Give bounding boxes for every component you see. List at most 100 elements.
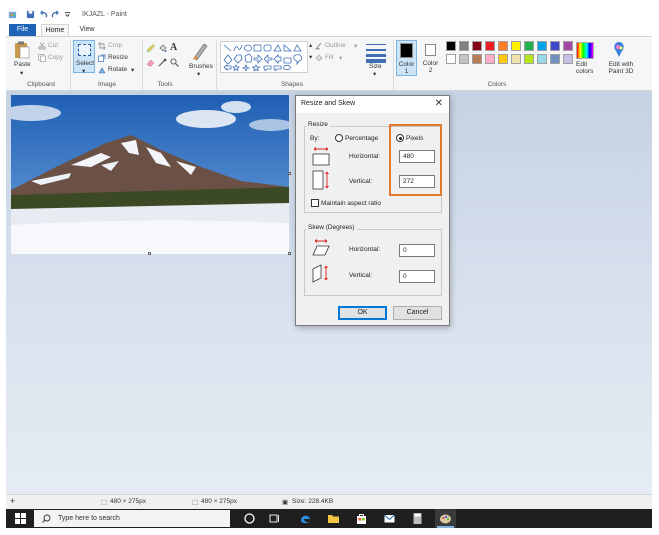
text-tool-icon[interactable]: A — [170, 42, 177, 53]
window-title: IKJAZL - Paint — [82, 11, 127, 18]
color-swatch[interactable] — [524, 54, 534, 64]
brushes-dropdown-icon[interactable]: ▾ — [197, 70, 200, 78]
mail-icon[interactable] — [383, 512, 396, 525]
magnifier-icon[interactable] — [170, 58, 179, 67]
save-icon[interactable] — [26, 10, 35, 19]
tab-file[interactable]: File — [9, 24, 36, 36]
fill-button[interactable]: Fill — [325, 54, 333, 61]
color-swatch[interactable] — [498, 41, 508, 51]
outline-dropdown-icon[interactable]: ▾ — [354, 42, 357, 50]
tab-home[interactable]: Home — [41, 24, 69, 36]
calculator-icon[interactable] — [411, 512, 424, 525]
shapes-scroll-down[interactable]: ▾ — [309, 53, 312, 61]
color-swatch[interactable] — [498, 54, 508, 64]
customize-toolbar-icon[interactable] — [63, 10, 72, 19]
color-swatch[interactable] — [563, 54, 573, 64]
crop-icon — [98, 42, 106, 50]
edge-icon[interactable] — [299, 512, 312, 525]
ok-button[interactable]: OK — [338, 306, 387, 320]
shapes-gallery[interactable] — [220, 41, 308, 73]
size-button[interactable]: Size — [369, 63, 382, 70]
maintain-aspect-checkbox[interactable] — [311, 199, 319, 207]
fill-bucket-icon[interactable] — [158, 44, 167, 53]
color-swatch[interactable] — [485, 54, 495, 64]
redo-icon[interactable] — [51, 10, 60, 19]
cancel-button[interactable]: Cancel — [393, 306, 442, 320]
rotate-dropdown-icon[interactable]: ▾ — [131, 66, 134, 74]
paste-dropdown-icon[interactable]: ▾ — [20, 69, 23, 77]
color1-button[interactable]: Color 1 — [396, 40, 417, 76]
color-swatch[interactable] — [537, 54, 547, 64]
resize-handle-right[interactable] — [288, 172, 291, 175]
task-view-icon[interactable] — [268, 512, 281, 525]
pixels-radio[interactable] — [396, 134, 404, 142]
cut-button[interactable]: Cut — [48, 42, 58, 49]
copy-icon — [38, 54, 46, 62]
percentage-label[interactable]: Percentage — [345, 135, 378, 142]
color-swatch[interactable] — [446, 41, 456, 51]
color-swatch[interactable] — [550, 41, 560, 51]
size-dropdown-icon[interactable]: ▾ — [373, 70, 376, 78]
brushes-button[interactable]: Brushes — [189, 63, 213, 70]
color-swatch[interactable] — [446, 54, 456, 64]
edit-colors-button[interactable]: Edit colors — [576, 61, 598, 75]
color-swatch[interactable] — [524, 41, 534, 51]
shapes-scroll-up[interactable]: ▴ — [309, 41, 312, 49]
outline-icon — [315, 42, 322, 50]
crop-button[interactable]: Crop — [108, 42, 122, 49]
rotate-button[interactable]: Rotate — [108, 66, 127, 73]
cortana-icon[interactable] — [243, 512, 256, 525]
vertical-input[interactable]: 272 — [399, 175, 435, 188]
skew-horizontal-input[interactable]: 0 — [399, 244, 435, 257]
tab-view[interactable]: View — [75, 24, 99, 36]
ribbon: Paste ▾ Cut Copy Clipboard Select ▾ Crop… — [6, 36, 652, 91]
color-picker-icon[interactable] — [158, 58, 167, 67]
copy-button[interactable]: Copy — [48, 54, 63, 61]
taskbar-search-box[interactable]: Type here to search — [34, 510, 230, 527]
paste-button[interactable]: Paste — [14, 61, 31, 68]
image-size-icon: ⬚ — [192, 499, 199, 506]
windows-start-icon[interactable] — [14, 512, 27, 525]
paste-icon[interactable] — [14, 41, 30, 59]
color-swatch[interactable] — [511, 41, 521, 51]
color-swatch[interactable] — [537, 41, 547, 51]
tools-group-label: Tools — [157, 81, 173, 88]
close-icon[interactable]: ✕ — [435, 98, 443, 109]
canvas-image[interactable] — [11, 95, 289, 254]
fill-dropdown-icon[interactable]: ▾ — [339, 54, 342, 62]
color-swatch[interactable] — [563, 41, 573, 51]
store-icon[interactable] — [355, 512, 368, 525]
color-swatch[interactable] — [472, 54, 482, 64]
color2-button[interactable]: Color 2 — [421, 40, 442, 76]
percentage-radio[interactable] — [335, 134, 343, 142]
rotate-icon — [98, 67, 106, 74]
select-dropdown-icon[interactable]: ▾ — [82, 67, 85, 75]
paint-taskbar-icon — [440, 514, 451, 524]
eraser-icon[interactable] — [146, 58, 155, 67]
resize-handle-corner[interactable] — [288, 252, 291, 255]
select-button[interactable]: Select ▾ — [73, 40, 95, 75]
vertical-skew-icon — [312, 264, 328, 283]
resize-handle-bottom[interactable] — [148, 252, 151, 255]
color-swatch[interactable] — [459, 54, 469, 64]
color-swatch[interactable] — [472, 41, 482, 51]
paint-taskbar-button[interactable] — [435, 509, 456, 528]
maintain-aspect-label[interactable]: Maintain aspect ratio — [321, 200, 381, 207]
edit-with-paint3d-button[interactable]: Edit with Paint 3D — [601, 61, 641, 75]
brushes-icon[interactable] — [191, 41, 209, 61]
search-icon — [42, 514, 51, 523]
color-swatch[interactable] — [459, 41, 469, 51]
skew-vertical-input[interactable]: 0 — [399, 270, 435, 283]
outline-button[interactable]: Outline — [325, 42, 346, 49]
color-swatch[interactable] — [511, 54, 521, 64]
resize-button[interactable]: Resize — [108, 54, 128, 61]
pencil-icon[interactable] — [146, 44, 155, 53]
undo-icon[interactable] — [39, 10, 48, 19]
paint-app-icon — [8, 11, 17, 19]
color-swatch[interactable] — [485, 41, 495, 51]
horizontal-input[interactable]: 480 — [399, 150, 435, 163]
pixels-label[interactable]: Pixels — [406, 135, 423, 142]
file-explorer-icon[interactable] — [327, 512, 340, 525]
color-swatch[interactable] — [550, 54, 560, 64]
skew-vertical-label: Vertical: — [349, 272, 373, 279]
